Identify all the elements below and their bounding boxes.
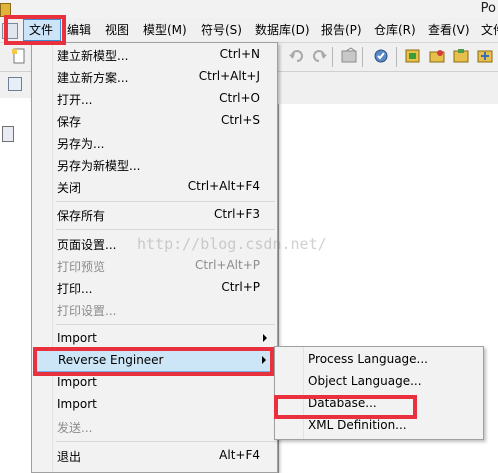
new-icon[interactable] <box>10 47 28 65</box>
browser-toggle-icon[interactable] <box>8 77 22 91</box>
menu-item-label: 保存所有 <box>57 209 106 223</box>
menu-repository[interactable]: 仓库(R) <box>374 18 416 42</box>
menu-item-shortcut: Alt+F4 <box>219 448 260 462</box>
menu-item-print-preview[interactable]: 打印预览 Ctrl+Alt+P <box>53 255 277 277</box>
menu-item-import-2[interactable]: Import <box>53 372 277 394</box>
menu-bar: 文件 编辑 视图 模型(M) 符号(S) 数据库(D) 报告(P) 仓库(R) … <box>0 18 498 43</box>
menu-icon-gutter <box>275 347 304 439</box>
document-icon[interactable] <box>2 23 18 39</box>
submenu-item-process-language[interactable]: Process Language... <box>304 349 482 371</box>
menu-item-open[interactable]: 打开... Ctrl+O <box>53 88 277 110</box>
menu-item-reverse-engineer[interactable]: Reverse Engineer <box>34 350 277 372</box>
menu-item-label: 打印设置... <box>57 304 117 318</box>
menu-item-label: 保存 <box>57 115 82 129</box>
menu-item-label: 打印预览 <box>57 260 106 274</box>
generate-icon[interactable] <box>404 47 422 65</box>
submenu-arrow-icon <box>263 334 267 342</box>
report-icon[interactable] <box>452 47 470 65</box>
menu-item-label: 另存为新模型... <box>57 159 141 173</box>
menu-item-import-3[interactable]: Import <box>53 394 277 416</box>
menu-item-label: Process Language... <box>308 352 428 366</box>
menu-edit[interactable]: 编辑 <box>67 18 91 42</box>
object-browser[interactable] <box>0 98 33 473</box>
menu-item-label: 建立新方案... <box>57 71 129 85</box>
menu-item-label: 页面设置... <box>57 238 117 252</box>
menu-item-shortcut: Ctrl+Alt+P <box>195 258 260 272</box>
app-icon <box>0 3 11 17</box>
window-title: Po <box>480 1 496 16</box>
submenu-item-database[interactable]: Database... <box>304 393 482 415</box>
submenu-arrow-icon <box>262 356 266 364</box>
menu-lookup[interactable]: 查看(V) <box>428 18 470 42</box>
toolbar-separator <box>362 47 363 67</box>
menu-item-shortcut: Ctrl+Alt+F4 <box>187 179 260 193</box>
menu-item-label: 打开... <box>57 93 93 107</box>
menu-file-2[interactable]: 文件 <box>481 18 498 42</box>
menu-item-save-as-new-model[interactable]: 另存为新模型... <box>53 154 277 176</box>
submenu-item-object-language[interactable]: Object Language... <box>304 371 482 393</box>
menu-item-label: 退出 <box>57 450 82 464</box>
menu-item-shortcut: Ctrl+S <box>220 113 260 127</box>
menu-separator <box>56 229 275 230</box>
menu-item-label: 建立新模型... <box>57 49 129 63</box>
menu-item-label: 打印... <box>57 282 93 296</box>
repository-icon[interactable] <box>476 47 494 65</box>
menu-item-save[interactable]: 保存 Ctrl+S <box>53 110 277 132</box>
menu-item-label: Object Language... <box>308 374 422 388</box>
menu-view[interactable]: 视图 <box>105 18 129 42</box>
toolbar-separator <box>332 47 333 67</box>
menu-item-label: 另存为... <box>57 137 105 151</box>
menu-item-print[interactable]: 打印... Ctrl+P <box>53 277 277 299</box>
package-icon[interactable] <box>428 47 446 65</box>
menu-item-save-as[interactable]: 另存为... <box>53 132 277 154</box>
menu-item-save-all[interactable]: 保存所有 Ctrl+F3 <box>53 204 277 226</box>
menu-item-send[interactable]: 发送... <box>53 416 277 438</box>
menu-item-label: Database... <box>308 396 377 410</box>
submenu-item-xml-definition[interactable]: XML Definition... <box>304 415 482 437</box>
undo-icon[interactable] <box>288 47 306 65</box>
menu-item-label: Import <box>57 375 97 389</box>
menu-model[interactable]: 模型(M) <box>143 18 187 42</box>
menu-item-print-setup[interactable]: 打印设置... <box>53 299 277 321</box>
menu-item-label: XML Definition... <box>308 418 407 432</box>
menu-item-shortcut: Ctrl+N <box>219 47 260 61</box>
reverse-engineer-submenu: Process Language... Object Language... D… <box>274 346 484 440</box>
check-model-icon[interactable] <box>372 47 390 65</box>
menu-database[interactable]: 数据库(D) <box>255 18 310 42</box>
menu-item-close[interactable]: 关闭 Ctrl+Alt+F4 <box>53 176 277 198</box>
menu-separator <box>56 201 275 202</box>
menu-report[interactable]: 报告(P) <box>321 18 362 42</box>
properties-icon[interactable] <box>340 47 358 65</box>
title-bar: Po <box>0 0 498 18</box>
file-menu: 建立新模型... Ctrl+N 建立新方案... Ctrl+Alt+J 打开..… <box>31 42 278 473</box>
redo-icon[interactable] <box>310 47 328 65</box>
menu-item-exit[interactable]: 退出 Alt+F4 <box>53 445 277 467</box>
menu-item-import[interactable]: Import <box>53 328 277 350</box>
menu-symbol[interactable]: 符号(S) <box>201 18 242 42</box>
menu-file[interactable]: 文件 <box>23 19 61 41</box>
menu-separator <box>56 324 275 325</box>
menu-item-label: Reverse Engineer <box>58 353 164 367</box>
menu-item-label: 发送... <box>57 421 93 435</box>
toolbar-separator <box>396 47 397 67</box>
menu-item-shortcut: Ctrl+O <box>219 91 260 105</box>
menu-item-shortcut: Ctrl+Alt+J <box>198 69 260 83</box>
tree-node-icon[interactable] <box>2 126 14 142</box>
menu-item-new-project[interactable]: 建立新方案... Ctrl+Alt+J <box>53 66 277 88</box>
menu-item-label: Import <box>57 397 97 411</box>
menu-item-new-model[interactable]: 建立新模型... Ctrl+N <box>53 44 277 66</box>
menu-icon-gutter <box>32 43 53 472</box>
menu-item-label: Import <box>57 331 97 345</box>
menu-separator <box>56 441 275 442</box>
menu-item-shortcut: Ctrl+F3 <box>214 207 260 221</box>
menu-item-shortcut: Ctrl+P <box>221 280 260 294</box>
menu-item-page-setup[interactable]: 页面设置... <box>53 233 277 255</box>
menu-item-label: 关闭 <box>57 181 82 195</box>
